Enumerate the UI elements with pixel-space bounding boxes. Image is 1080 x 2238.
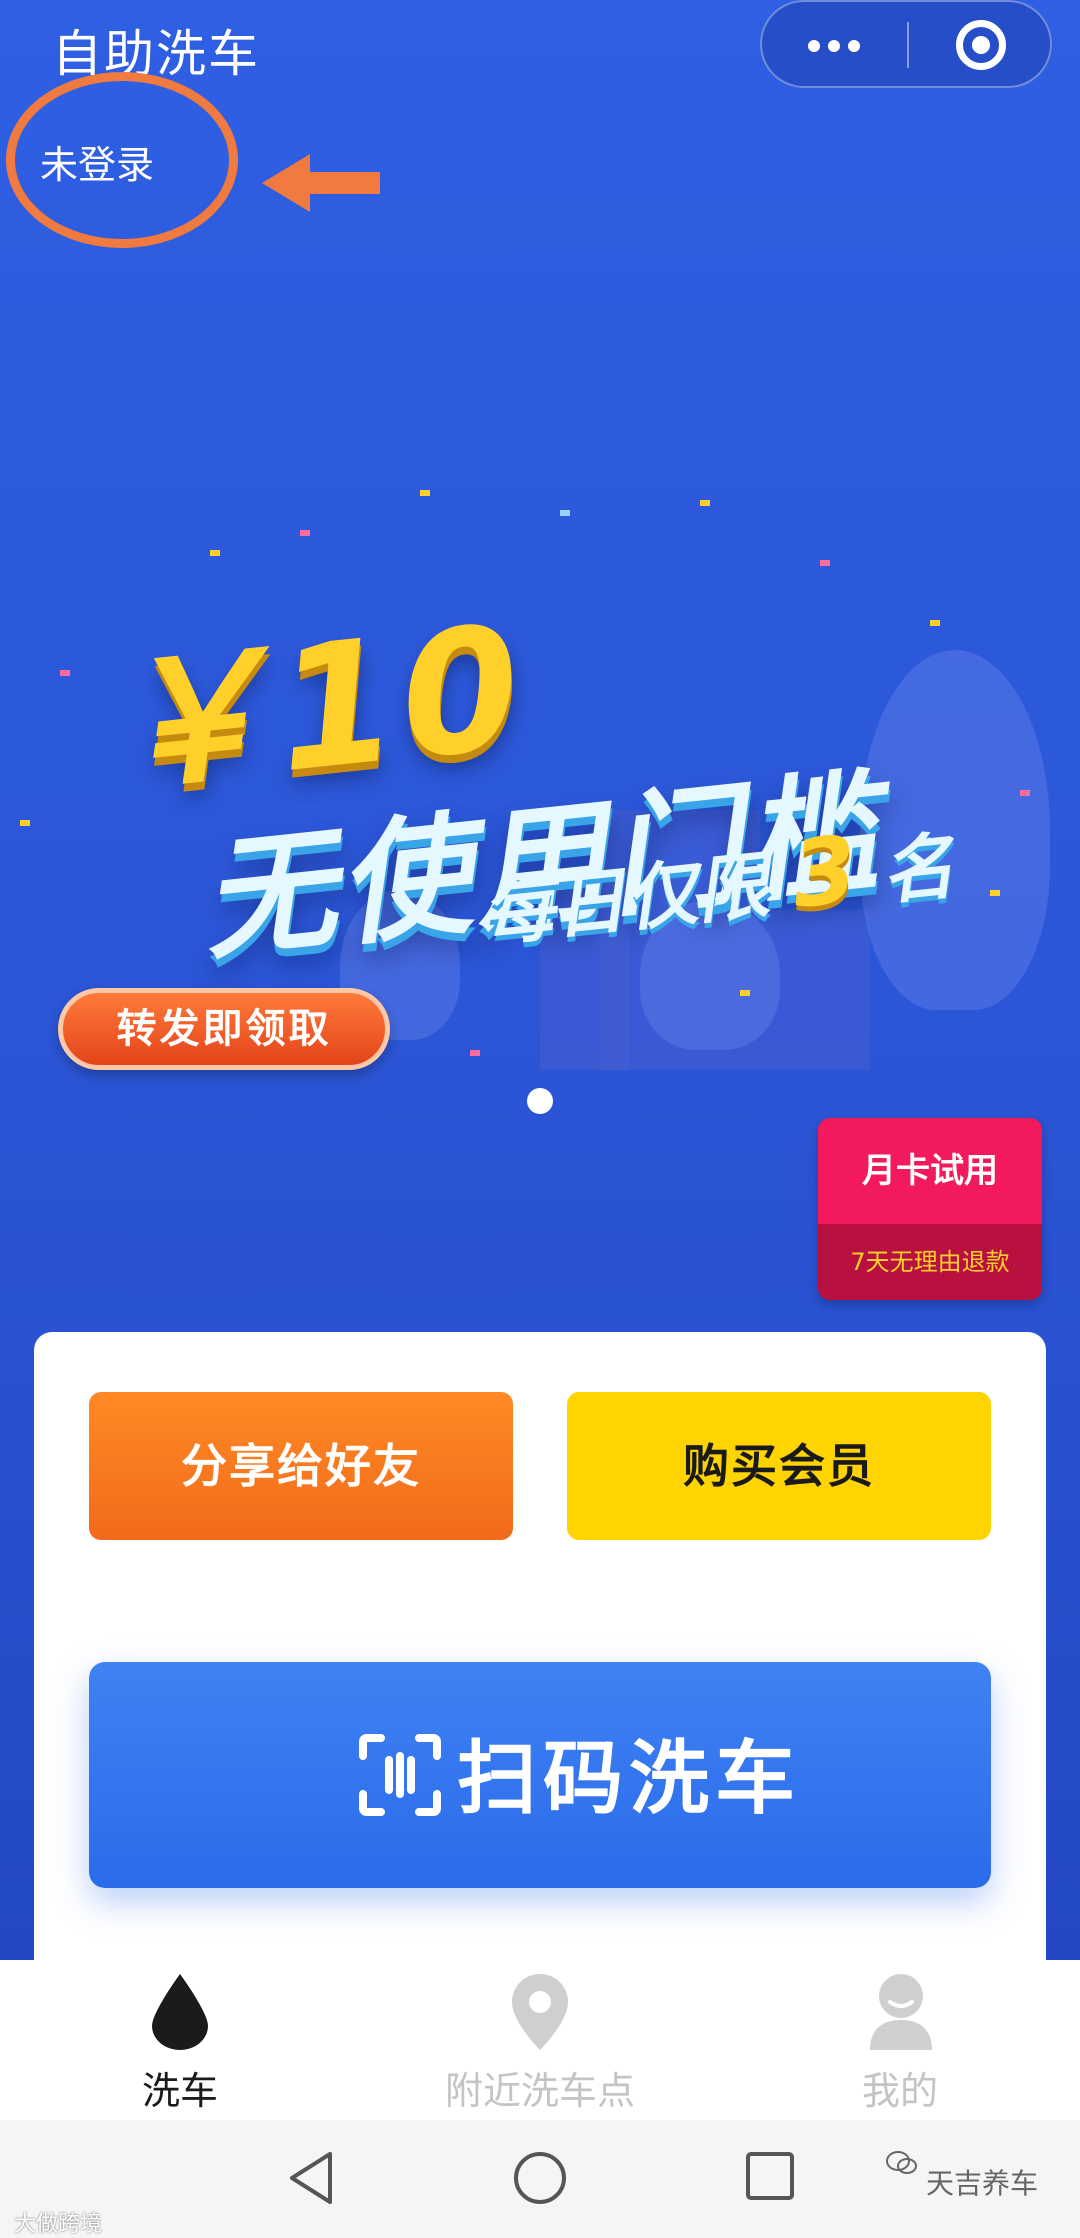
water-drop-icon xyxy=(152,1974,208,2050)
app-screen: 自助洗车 未登录 ￥10 无使用门槛 每日仅限 3 名 转发即领取 月卡试用 7… xyxy=(0,0,1080,1960)
scan-wash-button[interactable]: 扫码洗车 xyxy=(89,1662,991,1888)
annotation-circle xyxy=(6,72,238,248)
forward-claim-button[interactable]: 转发即领取 xyxy=(58,988,390,1070)
scan-wash-label: 扫码洗车 xyxy=(457,1732,801,1825)
tab-wash[interactable]: 洗车 xyxy=(30,1960,330,2120)
more-menu-button[interactable] xyxy=(762,2,907,88)
tab-wash-label: 洗车 xyxy=(141,2069,218,2113)
promo-banner[interactable]: ￥10 无使用门槛 每日仅限 3 名 转发即领取 xyxy=(0,470,1080,1130)
watermark-left: 大做跨境 xyxy=(14,2212,103,2237)
more-dot-icon xyxy=(808,40,820,52)
home-icon[interactable] xyxy=(512,2150,568,2206)
more-dot-icon xyxy=(828,40,840,52)
back-icon[interactable] xyxy=(286,2150,336,2206)
close-miniapp-button[interactable] xyxy=(909,2,1054,88)
scan-icon xyxy=(359,1734,441,1816)
more-dot-icon xyxy=(848,40,860,52)
tab-mine-label: 我的 xyxy=(861,2069,938,2113)
system-nav-bar: 大做跨境 天吉养车 xyxy=(0,2120,1080,2238)
location-pin-icon xyxy=(512,1974,568,2050)
month-card-note: 7天无理由退款 xyxy=(818,1224,1042,1300)
annotation-arrow-icon xyxy=(262,154,380,212)
user-avatar-icon xyxy=(870,1974,932,2050)
action-panel: 分享给好友 购买会员 扫码洗车 xyxy=(34,1332,1046,1960)
bottom-tab-bar: 洗车 附近洗车点 我的 xyxy=(0,1960,1080,2120)
tab-nearby-label: 附近洗车点 xyxy=(444,2069,635,2113)
month-card-trial-button[interactable]: 月卡试用 7天无理由退款 xyxy=(818,1118,1042,1300)
miniapp-capsule xyxy=(760,0,1052,88)
watermark-right: 天吉养车 xyxy=(926,2167,1039,2200)
share-friend-button[interactable]: 分享给好友 xyxy=(89,1392,513,1540)
tab-mine[interactable]: 我的 xyxy=(750,1960,1050,2120)
buy-vip-button[interactable]: 购买会员 xyxy=(567,1392,991,1540)
tab-nearby[interactable]: 附近洗车点 xyxy=(390,1960,690,2120)
recents-icon[interactable] xyxy=(744,2150,796,2202)
month-card-title: 月卡试用 xyxy=(818,1118,1042,1224)
carousel-indicator xyxy=(527,1088,553,1114)
wechat-icon xyxy=(886,2151,917,2174)
